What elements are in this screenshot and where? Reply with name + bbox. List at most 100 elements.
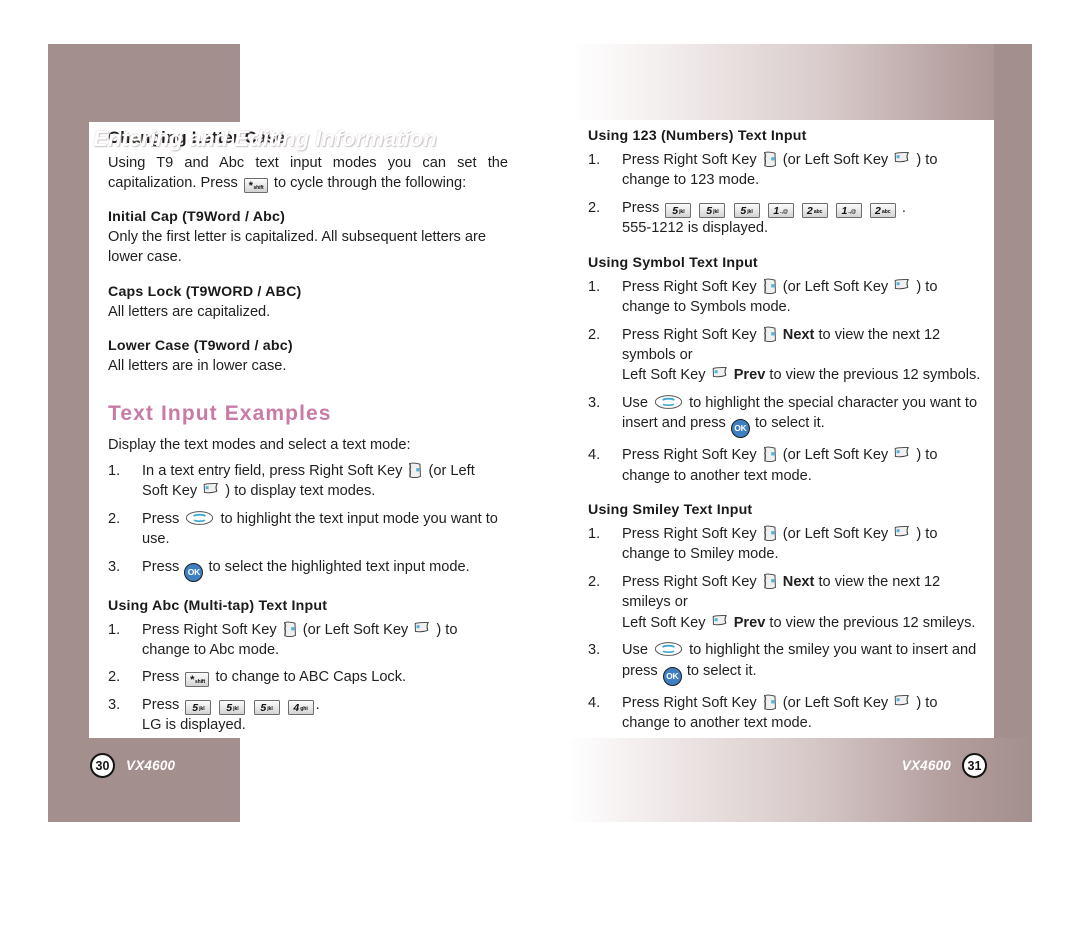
subsection-heading-initial-cap: Initial Cap (T9Word / Abc) <box>108 209 286 226</box>
right-page-content: Using 123 (Numbers) Text Input 1. Press … <box>588 128 983 740</box>
step-text-a: Press <box>622 199 660 216</box>
left-soft-key-icon <box>895 447 910 458</box>
page-number-badge: 31 <box>962 753 987 778</box>
star-shift-key-icon: *shift <box>185 672 210 688</box>
page-number-badge: 30 <box>90 753 115 778</box>
step-text-a: Use <box>622 394 648 411</box>
step-text-a: Press Right Soft Key <box>622 526 757 543</box>
subsection-body-lower-case: All letters are in lower case. <box>108 357 287 374</box>
step-number: 3. <box>108 558 121 575</box>
list-item: 3. Use to highlight the smiley you want … <box>588 640 983 686</box>
list-item: 1. Press Right Soft Key (or Left Soft Ke… <box>588 524 983 565</box>
section-heading-using-symbol: Using Symbol Text Input <box>588 254 758 271</box>
left-page-content: Changing Letter Case Using T9 and Abc te… <box>108 129 508 743</box>
list-item: 1. In a text entry field, press Right So… <box>108 461 508 502</box>
star-key-digit: * <box>248 180 253 193</box>
using-123-steps: 1. Press Right Soft Key (or Left Soft Ke… <box>588 150 983 239</box>
step-text-a: Press <box>142 669 180 686</box>
step-number: 3. <box>588 642 601 659</box>
step-text-d: ) to display text modes. <box>225 483 376 500</box>
key-digit: 2 <box>875 204 881 217</box>
key-digit: 5 <box>226 701 233 714</box>
step-line-two: Soft Key ) to display text modes. <box>142 481 508 501</box>
list-item: 4. Press Right Soft Key (or Left Soft Ke… <box>588 693 983 734</box>
right-soft-key-icon <box>763 151 776 167</box>
step-number: 2. <box>588 199 601 216</box>
key-sublabel: abc <box>881 208 891 215</box>
step-number: 1. <box>588 152 601 168</box>
navigation-key-icon <box>654 394 683 409</box>
left-soft-key-icon <box>895 526 910 537</box>
text-input-examples-intro: Display the text modes and select a text… <box>108 436 411 453</box>
prev-label: Prev <box>733 367 766 384</box>
next-label: Next <box>782 573 815 590</box>
step-number: 2. <box>108 669 121 686</box>
step-text-c: to select it. <box>754 415 825 432</box>
using-symbol-steps: 1. Press Right Soft Key (or Left Soft Ke… <box>588 277 983 486</box>
ok-key-icon: OK <box>730 419 750 439</box>
step-text-b: to select the highlighted text input mod… <box>208 558 470 575</box>
keypad-key-5-icon: 5jkl <box>219 699 246 715</box>
list-item: 3. Press OK to select the highlighted te… <box>108 557 508 582</box>
step-text-a: Press Right Soft Key <box>622 278 757 295</box>
left-page: Entering and Editing Information Changin… <box>48 44 541 822</box>
right-page-gradient-header <box>541 44 1032 120</box>
star-shift-key-icon: *shift <box>243 178 268 194</box>
prev-label: Prev <box>733 614 766 631</box>
subsection-heading-lower-case: Lower Case (T9word / abc) <box>108 337 293 354</box>
left-soft-key-icon <box>712 367 727 378</box>
step-number: 2. <box>108 510 121 527</box>
left-soft-key-icon <box>895 278 910 289</box>
step-text-b: (or Left Soft Key <box>782 278 889 295</box>
step-text-a: In a text entry field, press Right Soft … <box>142 462 403 479</box>
step-line-prev: Left Soft Key Prev to view the previous … <box>622 613 983 633</box>
chapter-title: Entering and Editing Information <box>93 126 437 151</box>
step-number: 2. <box>588 326 601 343</box>
step-text-a: Press <box>142 696 180 713</box>
step-text-a: Use <box>622 642 648 659</box>
right-soft-key-icon <box>763 573 776 589</box>
left-soft-key-icon <box>203 483 219 494</box>
list-item: 2. Press Right Soft Key Next to view the… <box>588 572 983 633</box>
step-number: 1. <box>108 462 121 479</box>
step-text-b: (or Left Soft Key <box>782 447 889 464</box>
key-digit: 5 <box>672 204 679 217</box>
keypad-key-5-icon: 5jkl <box>185 699 212 715</box>
keypad-key-2-icon: 2abc <box>801 202 828 218</box>
key-digit: 1 <box>773 204 780 217</box>
list-item: 4. Press Right Soft Key (or Left Soft Ke… <box>588 445 983 486</box>
step-text-c: LG is displayed. <box>142 717 246 734</box>
step-number: 4. <box>588 447 601 464</box>
right-soft-key-icon <box>763 326 776 342</box>
right-page: Using 123 (Numbers) Text Input 1. Press … <box>541 44 1032 822</box>
key-digit: 4 <box>293 701 300 714</box>
key-sublabel: jkl <box>747 208 753 215</box>
step-text-b: (or Left Soft Key <box>782 152 889 168</box>
star-key-sublabel: shift <box>253 185 264 192</box>
right-soft-key-icon <box>763 525 776 542</box>
step-line-prev: Left Soft Key Prev to view the previous … <box>622 365 983 385</box>
step-text-f: to view the previous 12 smileys. <box>769 614 976 631</box>
left-page-mauve-header-block <box>48 44 240 122</box>
using-smiley-steps: 1. Press Right Soft Key (or Left Soft Ke… <box>588 524 983 733</box>
step-text-b: . <box>901 199 906 216</box>
ok-key-icon: OK <box>184 562 204 582</box>
keypad-key-1-icon: 1.,@ <box>835 202 862 218</box>
subsection-heading-caps-lock: Caps Lock (T9WORD / ABC) <box>108 283 302 300</box>
step-number: 2. <box>588 573 601 590</box>
left-soft-key-icon <box>712 614 727 625</box>
key-digit: 1 <box>841 204 848 217</box>
section-heading-using-abc: Using Abc (Multi-tap) Text Input <box>108 597 328 614</box>
list-item: 1. Press Right Soft Key (or Left Soft Ke… <box>588 150 983 191</box>
intro-text-part2: to cycle through the following: <box>273 175 467 192</box>
model-name: VX4600 <box>901 758 951 773</box>
changing-letter-case-intro: Using T9 and Abc text input modes you ca… <box>108 153 508 194</box>
key-sublabel: jkl <box>233 705 239 712</box>
right-soft-key-icon <box>763 278 776 294</box>
list-item: 1. Press Right Soft Key (or Left Soft Ke… <box>108 620 508 661</box>
step-text-b: (or Left Soft Key <box>782 694 889 711</box>
step-text-a: Press Right Soft Key <box>142 621 277 638</box>
step-text-a: Press <box>142 558 180 575</box>
step-text-a: Press Right Soft Key <box>622 694 757 711</box>
text-input-examples-steps: 1. In a text entry field, press Right So… <box>108 461 508 582</box>
